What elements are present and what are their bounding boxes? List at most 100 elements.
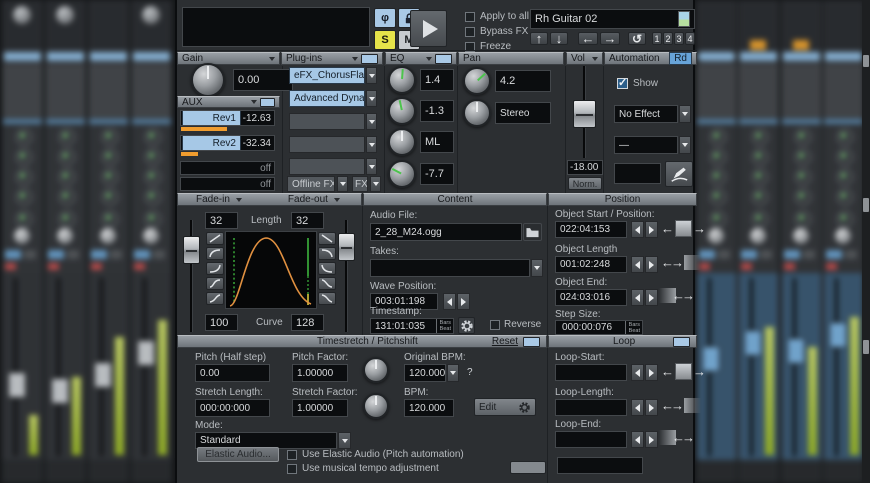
- automation-value-field[interactable]: [614, 163, 661, 184]
- object-length-field[interactable]: 001:02:248: [555, 256, 627, 273]
- solo-button[interactable]: S: [374, 30, 396, 50]
- timestretch-extra-button[interactable]: [510, 461, 546, 474]
- offline-fx-button[interactable]: Offline FX: [287, 176, 335, 192]
- object-start-increment[interactable]: [645, 221, 658, 238]
- object-end-field[interactable]: 024:03:016: [555, 289, 627, 306]
- fade-in-fader-handle[interactable]: [183, 236, 200, 264]
- loop-end-decrement[interactable]: [631, 431, 644, 448]
- loop-extra-field[interactable]: [557, 457, 643, 474]
- plugin-slot-5-dropdown[interactable]: [366, 158, 377, 175]
- loop-start-field[interactable]: [555, 364, 627, 381]
- object-start-field[interactable]: 022:04:153: [555, 221, 627, 238]
- move-loop-icon[interactable]: ←→: [661, 363, 706, 380]
- loop-end-field[interactable]: [555, 431, 627, 448]
- plugin-slot-2-dropdown[interactable]: [366, 90, 377, 107]
- plugin-slot-2[interactable]: Advanced Dyna...: [289, 90, 365, 107]
- object-next-button[interactable]: →: [600, 32, 620, 45]
- loop-end-increment[interactable]: [645, 431, 658, 448]
- automation-effect-select[interactable]: No Effect: [614, 105, 678, 123]
- step-size-field[interactable]: 000:00:076 BarsBeat: [555, 320, 643, 335]
- chevron-down-icon[interactable]: [352, 57, 358, 61]
- object-end-decrement[interactable]: [631, 289, 644, 306]
- object-name-field[interactable]: Rh Guitar 02: [530, 9, 695, 29]
- pitch-factor-field[interactable]: 1.00000: [292, 364, 348, 382]
- aux-enable-toggle[interactable]: [260, 98, 275, 107]
- timestamp-settings-button[interactable]: [458, 317, 475, 334]
- object-end-increment[interactable]: [645, 289, 658, 306]
- fade-out-length-field[interactable]: 32: [291, 212, 324, 229]
- fade-curve-type-button[interactable]: [318, 262, 336, 275]
- fx-button[interactable]: FX: [352, 176, 368, 192]
- eq-band2-knob[interactable]: [388, 97, 416, 125]
- use-elastic-checkbox[interactable]: [287, 450, 297, 460]
- eq-band4-value[interactable]: -7.7: [420, 163, 454, 185]
- eq-band4-knob[interactable]: [388, 160, 416, 188]
- undo-button[interactable]: ↺: [628, 32, 646, 45]
- preset-3-button[interactable]: 3: [674, 32, 684, 45]
- original-bpm-field[interactable]: 120.000: [404, 364, 446, 382]
- audio-file-browse-button[interactable]: [523, 223, 542, 241]
- mode-dropdown[interactable]: [338, 432, 351, 449]
- object-down-button[interactable]: ↓: [550, 32, 568, 45]
- wave-position-increment[interactable]: [457, 293, 470, 310]
- volume-fader-handle[interactable]: [573, 100, 596, 128]
- chevron-down-icon[interactable]: [334, 198, 340, 202]
- eq-enable-toggle[interactable]: [435, 54, 452, 64]
- loop-length-field[interactable]: [555, 399, 627, 416]
- audio-file-field[interactable]: 2_28_M24.ogg: [370, 223, 522, 241]
- play-button[interactable]: [410, 10, 447, 47]
- chevron-down-icon[interactable]: [426, 57, 432, 61]
- eq-band1-value[interactable]: 1.4: [420, 69, 454, 91]
- loop-enable-toggle[interactable]: [673, 337, 690, 347]
- plugin-slot-4[interactable]: [289, 136, 365, 153]
- aux-send-row[interactable]: off: [180, 177, 275, 191]
- bpm-edit-button[interactable]: Edit: [474, 398, 536, 416]
- bpm-help[interactable]: ?: [467, 367, 473, 378]
- object-start-decrement[interactable]: [631, 221, 644, 238]
- fade-curve-type-button[interactable]: [318, 232, 336, 245]
- automation-draw-button[interactable]: [665, 161, 693, 187]
- chevron-down-icon[interactable]: [236, 198, 242, 202]
- automation-param-select[interactable]: —: [614, 136, 678, 154]
- plugins-enable-toggle[interactable]: [361, 54, 378, 64]
- resize-left-edge-icon[interactable]: ←→: [659, 288, 695, 303]
- aux-send-name[interactable]: Rev1: [182, 110, 241, 126]
- pitch-knob[interactable]: [363, 357, 389, 383]
- pitch-field[interactable]: 0.00: [195, 364, 270, 382]
- apply-to-all-checkbox[interactable]: [465, 12, 475, 22]
- gain-knob[interactable]: [191, 63, 225, 97]
- timestamp-field[interactable]: 131:01:035 BarsBeat: [370, 318, 454, 334]
- object-length-increment[interactable]: [645, 256, 658, 273]
- eq-band3-knob[interactable]: [388, 128, 416, 156]
- automation-param-dropdown[interactable]: [679, 136, 691, 154]
- pan-value[interactable]: 4.2: [495, 70, 551, 92]
- fade-in-length-field[interactable]: 32: [205, 212, 238, 229]
- takes-dropdown[interactable]: [531, 259, 543, 277]
- offline-fx-dropdown[interactable]: [337, 176, 348, 192]
- plugin-slot-1-dropdown[interactable]: [366, 67, 377, 84]
- reverse-checkbox[interactable]: [490, 320, 500, 330]
- bypass-fx-checkbox[interactable]: [465, 27, 475, 37]
- fade-curve-type-button[interactable]: [206, 232, 224, 245]
- plugin-slot-4-dropdown[interactable]: [366, 136, 377, 153]
- pan-knob[interactable]: [463, 67, 491, 95]
- automation-effect-dropdown[interactable]: [679, 105, 691, 123]
- resize-loop-left-icon[interactable]: ←→: [659, 430, 695, 445]
- fade-curve-type-button[interactable]: [206, 292, 224, 305]
- pan-mode-knob[interactable]: [463, 99, 491, 127]
- resize-right-edge-icon[interactable]: ←→: [661, 255, 701, 270]
- chevron-down-icon[interactable]: [592, 57, 598, 61]
- aux-send-row[interactable]: off: [180, 161, 275, 175]
- automation-read-mode-button[interactable]: Rd: [669, 52, 692, 65]
- plugin-slot-1[interactable]: eFX_ChorusFla...: [289, 67, 365, 84]
- fade-curve-type-button[interactable]: [318, 247, 336, 260]
- fade-curve-type-button[interactable]: [206, 277, 224, 290]
- aux-send-row[interactable]: Rev1 -12.63: [180, 110, 275, 126]
- loop-length-decrement[interactable]: [631, 399, 644, 416]
- fade-curve-type-button[interactable]: [318, 277, 336, 290]
- plugin-slot-3-dropdown[interactable]: [366, 113, 377, 130]
- chevron-down-icon[interactable]: [251, 100, 257, 104]
- stretch-knob[interactable]: [363, 393, 389, 419]
- automation-show-checkbox[interactable]: [617, 78, 628, 89]
- eq-band2-value[interactable]: -1.3: [420, 100, 454, 122]
